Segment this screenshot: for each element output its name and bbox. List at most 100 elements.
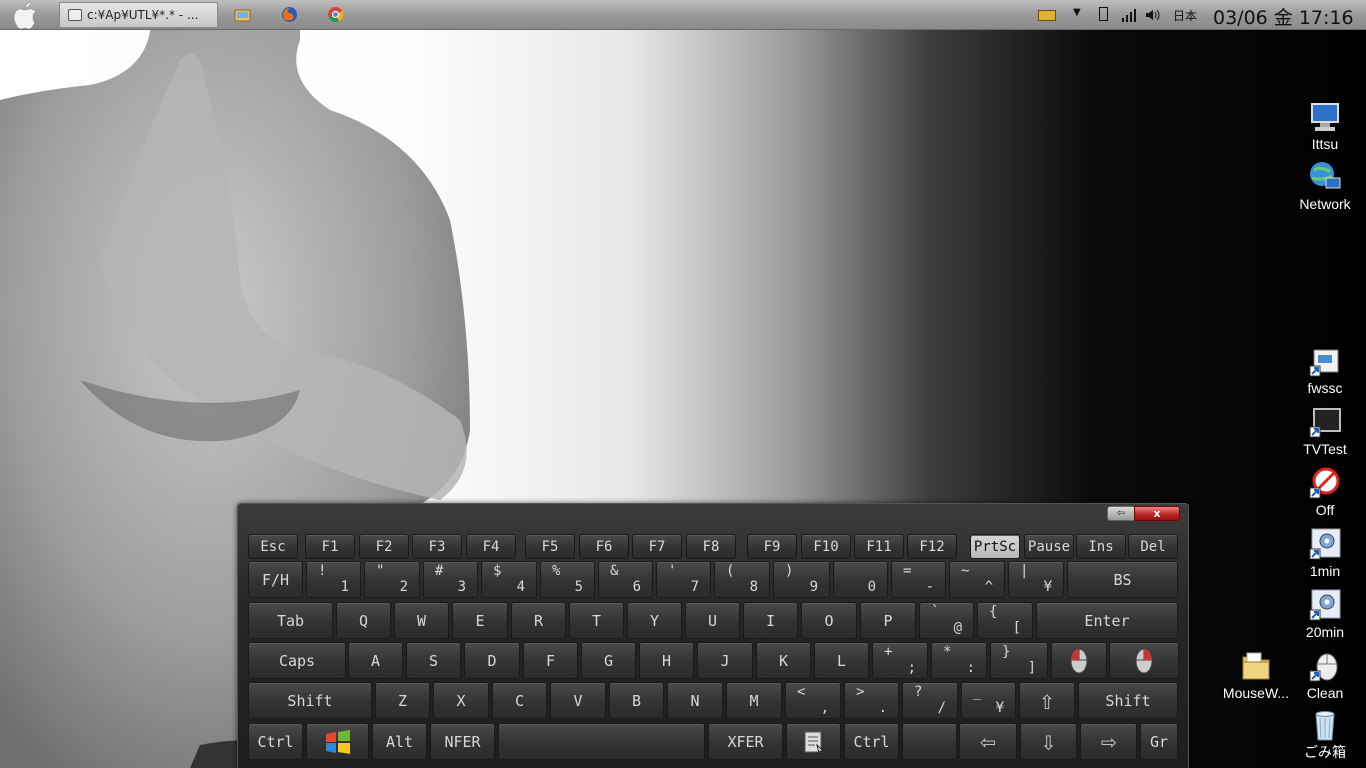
key-a[interactable]: A bbox=[348, 642, 403, 679]
key-symbol[interactable]: | ¥ bbox=[1008, 561, 1064, 598]
key-ctrl[interactable]: Ctrl bbox=[248, 723, 303, 760]
keyboard-tray-icon[interactable] bbox=[1038, 7, 1058, 23]
key-v[interactable]: V bbox=[550, 682, 606, 719]
key-symbol[interactable]: *: bbox=[931, 642, 987, 679]
key-arrow-left[interactable]: ⇦ bbox=[959, 723, 1017, 760]
key-u[interactable]: U bbox=[685, 602, 740, 639]
key-f9[interactable]: F9 bbox=[747, 534, 797, 559]
key-gr[interactable]: Gr bbox=[1140, 723, 1178, 760]
key-arrow-down[interactable]: ⇩ bbox=[1020, 723, 1077, 760]
chrome-icon[interactable] bbox=[327, 6, 344, 23]
desktop-icon-tvtest[interactable]: TVTest bbox=[1285, 405, 1365, 458]
key-g[interactable]: G bbox=[581, 642, 636, 679]
keyboard-minimize-button[interactable]: ⇦ bbox=[1107, 506, 1135, 521]
key-symbol[interactable]: _ ¥ bbox=[961, 682, 1016, 719]
key-fh[interactable]: F/H bbox=[248, 561, 303, 598]
key-m[interactable]: M bbox=[726, 682, 782, 719]
key-mouse-left[interactable] bbox=[1051, 642, 1107, 679]
key-y[interactable]: Y bbox=[627, 602, 682, 639]
key-f4[interactable]: F4 bbox=[466, 534, 516, 559]
key-f11[interactable]: F11 bbox=[854, 534, 904, 559]
key-b[interactable]: B bbox=[609, 682, 664, 719]
key-bs[interactable]: BS bbox=[1067, 561, 1178, 598]
key-blank[interactable] bbox=[498, 723, 705, 760]
key-prtsc[interactable]: PrtSc bbox=[970, 534, 1020, 559]
key-symbol[interactable]: = - bbox=[891, 561, 946, 598]
key-d[interactable]: D bbox=[464, 642, 520, 679]
key-r[interactable]: R bbox=[511, 602, 566, 639]
key-w[interactable]: W bbox=[394, 602, 449, 639]
volume-icon[interactable] bbox=[1144, 7, 1160, 23]
key-symbol[interactable]: & 6 bbox=[598, 561, 653, 598]
firefox-icon[interactable] bbox=[281, 6, 298, 23]
key-alt[interactable]: Alt bbox=[372, 723, 427, 760]
key-j[interactable]: J bbox=[697, 642, 753, 679]
clock[interactable]: 03/06 金 17:16 bbox=[1213, 3, 1354, 30]
key-caps[interactable]: Caps bbox=[248, 642, 346, 679]
key-enter[interactable]: Enter bbox=[1036, 602, 1178, 639]
key-f[interactable]: F bbox=[523, 642, 578, 679]
key-symbol[interactable]: 0 bbox=[833, 561, 888, 598]
key-o[interactable]: O bbox=[801, 602, 857, 639]
key-e[interactable]: E bbox=[452, 602, 508, 639]
key-i[interactable]: I bbox=[743, 602, 798, 639]
explorer-icon[interactable] bbox=[234, 6, 251, 23]
key-f7[interactable]: F7 bbox=[632, 534, 682, 559]
key-f3[interactable]: F3 bbox=[412, 534, 462, 559]
taskbar-window-button[interactable]: c:¥Ap¥UTL¥*.* - ... bbox=[59, 2, 218, 28]
tray-expand-icon[interactable]: ▼ bbox=[1073, 7, 1085, 23]
key-f6[interactable]: F6 bbox=[579, 534, 629, 559]
key-symbol[interactable]: }] bbox=[990, 642, 1048, 679]
key-mouse-right[interactable] bbox=[1109, 642, 1179, 679]
desktop-icon-recycle-bin[interactable]: ごみ箱 bbox=[1285, 708, 1365, 761]
key-esc[interactable]: Esc bbox=[248, 534, 298, 559]
key-c[interactable]: C bbox=[492, 682, 547, 719]
key-pause[interactable]: Pause bbox=[1024, 534, 1074, 559]
key-arrow-up[interactable]: ⇧ bbox=[1019, 682, 1075, 719]
key-symbol[interactable]: >. bbox=[844, 682, 899, 719]
key-tab[interactable]: Tab bbox=[248, 602, 333, 639]
key-symbol[interactable]: (8 bbox=[714, 561, 770, 598]
key-f8[interactable]: F8 bbox=[686, 534, 736, 559]
key-q[interactable]: Q bbox=[336, 602, 391, 639]
key-f5[interactable]: F5 bbox=[525, 534, 575, 559]
key-ctrl[interactable]: Ctrl bbox=[844, 723, 899, 760]
key-f12[interactable]: F12 bbox=[907, 534, 957, 559]
key-l[interactable]: L bbox=[814, 642, 869, 679]
key-n[interactable]: N bbox=[667, 682, 723, 719]
key-symbol[interactable]: " 2 bbox=[364, 561, 420, 598]
keyboard-close-button[interactable]: x bbox=[1134, 506, 1180, 521]
language-indicator[interactable]: 日本 bbox=[1173, 7, 1197, 24]
key-f10[interactable]: F10 bbox=[801, 534, 851, 559]
key-f1[interactable]: F1 bbox=[305, 534, 355, 559]
key-windows-logo[interactable] bbox=[306, 723, 369, 760]
key-del[interactable]: Del bbox=[1128, 534, 1178, 559]
key-t[interactable]: T bbox=[569, 602, 624, 639]
desktop-icon-fwssc[interactable]: fwssc bbox=[1285, 344, 1365, 397]
key-symbol[interactable]: ) 9 bbox=[773, 561, 830, 598]
key-symbol[interactable]: ? / bbox=[902, 682, 958, 719]
key-z[interactable]: Z bbox=[375, 682, 430, 719]
desktop-icon-20min[interactable]: 20min bbox=[1285, 588, 1365, 641]
signal-icon[interactable] bbox=[1121, 7, 1137, 23]
key-symbol[interactable]: ` @ bbox=[919, 602, 974, 639]
desktop-icon-off[interactable]: Off bbox=[1285, 466, 1365, 519]
key-symbol[interactable]: #3 bbox=[423, 561, 478, 598]
key-symbol[interactable]: ' 7 bbox=[656, 561, 711, 598]
desktop-icon-clean[interactable]: Clean bbox=[1285, 649, 1365, 702]
key-s[interactable]: S bbox=[406, 642, 461, 679]
desktop-icon-1min[interactable]: 1min bbox=[1285, 527, 1365, 580]
key-nfer[interactable]: NFER bbox=[430, 723, 495, 760]
key-shift[interactable]: Shift bbox=[248, 682, 372, 719]
desktop-icon-mousew[interactable]: MouseW... bbox=[1216, 649, 1296, 702]
key-p[interactable]: P bbox=[860, 602, 916, 639]
key-xfer[interactable]: XFER bbox=[708, 723, 783, 760]
key-symbol[interactable]: % 5 bbox=[540, 561, 595, 598]
key-blank[interactable] bbox=[902, 723, 957, 760]
key-k[interactable]: K bbox=[756, 642, 811, 679]
key-h[interactable]: H bbox=[639, 642, 694, 679]
desktop-icon-network[interactable]: Network bbox=[1285, 160, 1365, 213]
key-ins[interactable]: Ins bbox=[1076, 534, 1126, 559]
key-arrow-right[interactable]: ⇨ bbox=[1080, 723, 1137, 760]
key-symbol[interactable]: ! 1 bbox=[306, 561, 361, 598]
